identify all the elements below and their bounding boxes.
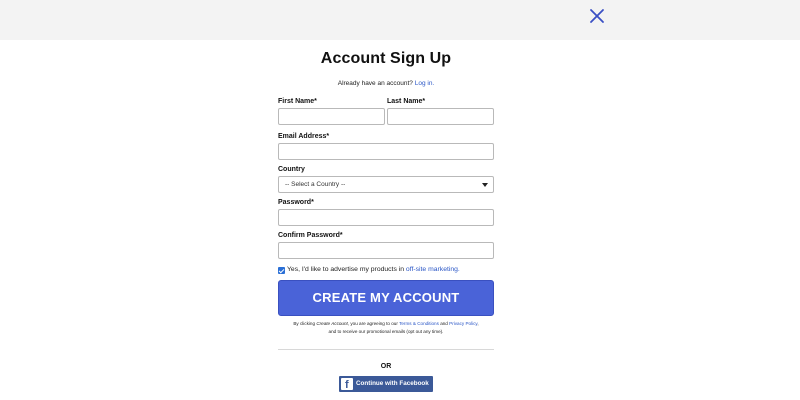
- terms-and: and: [440, 321, 448, 326]
- top-bar: [0, 0, 800, 40]
- email-field[interactable]: [278, 143, 494, 160]
- first-name-label: First Name*: [278, 98, 317, 105]
- login-prompt-text: Already have an account?: [337, 80, 413, 87]
- marketing-label: Yes, I'd like to advertise my products i…: [287, 266, 460, 273]
- password-label: Password*: [278, 199, 314, 206]
- country-selected-value: -- Select a Country --: [285, 181, 346, 188]
- terms-line2: and to receive our promotional emails (o…: [328, 329, 444, 334]
- confirm-password-label: Confirm Password*: [278, 232, 343, 239]
- password-field[interactable]: [278, 209, 494, 226]
- email-label: Email Address*: [278, 133, 330, 140]
- marketing-opt-in: Yes, I'd like to advertise my products i…: [278, 266, 494, 276]
- last-name-field[interactable]: [387, 108, 494, 125]
- confirm-password-field[interactable]: [278, 242, 494, 259]
- facebook-login-button[interactable]: f Continue with Facebook: [339, 376, 433, 392]
- marketing-text: Yes, I'd like to advertise my products i…: [287, 266, 405, 273]
- page-title: Account Sign Up: [320, 50, 452, 67]
- country-select[interactable]: -- Select a Country --: [278, 176, 494, 193]
- divider: [278, 349, 494, 350]
- privacy-link[interactable]: Privacy Policy: [449, 321, 477, 326]
- terms-prefix: By clicking: [293, 321, 316, 326]
- country-label: Country: [278, 166, 305, 173]
- facebook-icon: f: [341, 378, 353, 391]
- login-link[interactable]: Log in.: [415, 80, 435, 87]
- last-name-label: Last Name*: [387, 98, 426, 105]
- create-account-button[interactable]: CREATE MY ACCOUNT: [278, 280, 494, 316]
- terms-emphasis: Create Account: [316, 321, 348, 326]
- terms-link[interactable]: Terms & Conditions: [399, 321, 439, 326]
- off-site-marketing-link[interactable]: off-site marketing.: [406, 266, 460, 273]
- first-name-field[interactable]: [278, 108, 385, 125]
- marketing-checkbox[interactable]: [278, 267, 285, 274]
- terms-notice: By clicking Create Account, you are agre…: [293, 321, 479, 334]
- or-separator: OR: [380, 363, 392, 370]
- close-icon: [590, 9, 604, 23]
- login-prompt: Already have an account? Log in.: [278, 80, 494, 87]
- facebook-button-label: Continue with Facebook: [356, 380, 429, 387]
- close-button[interactable]: [589, 8, 606, 25]
- terms-mid: , you are agreeing to our: [347, 321, 398, 326]
- chevron-down-icon: [482, 183, 488, 187]
